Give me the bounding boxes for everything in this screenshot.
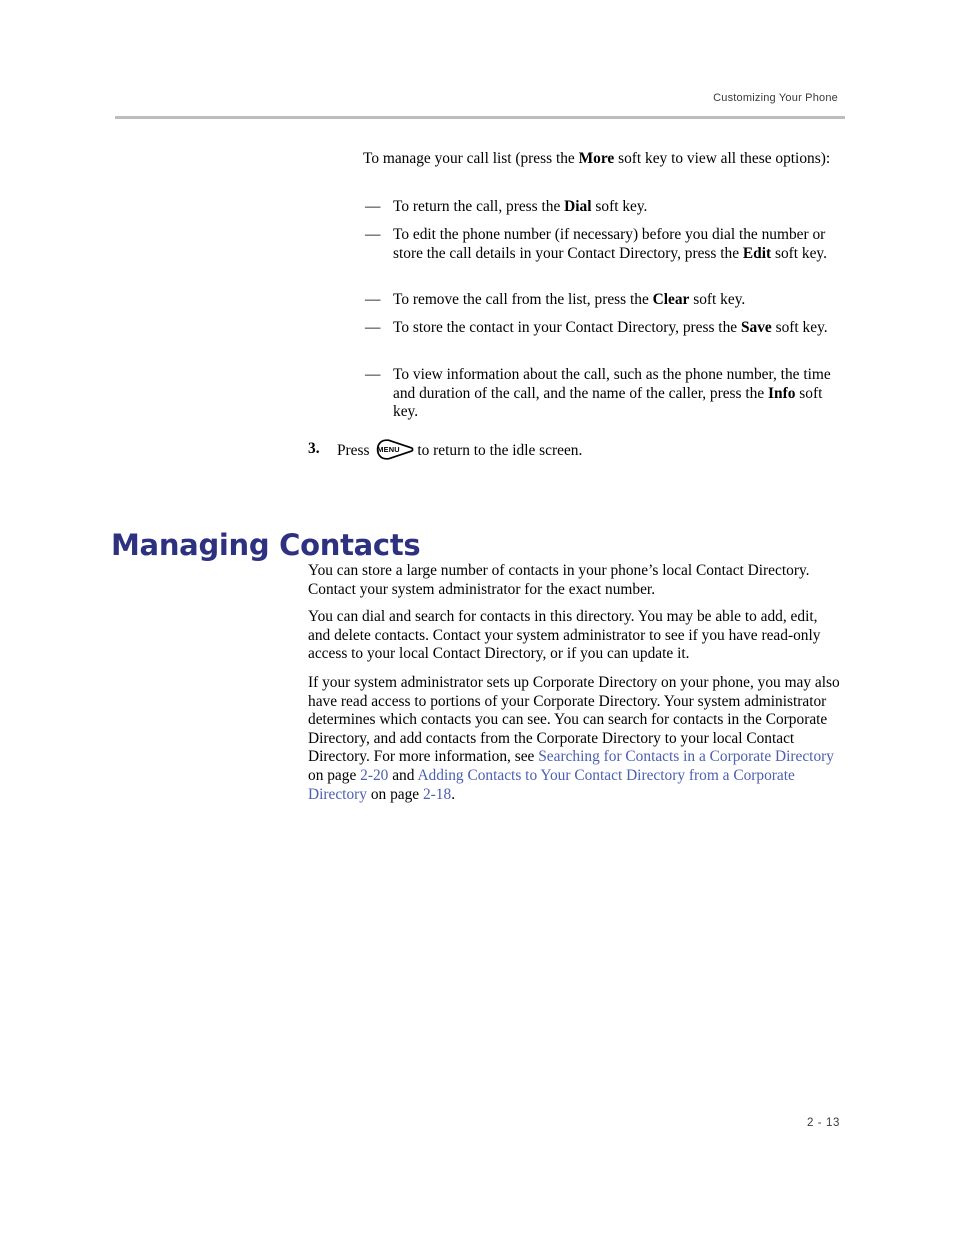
intro-text-part2: soft key to view all these options):: [614, 150, 831, 167]
section-paragraph-2: You can dial and search for contacts in …: [308, 608, 840, 664]
page-reference-link-2-20[interactable]: 2-20: [360, 767, 388, 784]
section-paragraph-3: If your system administrator sets up Cor…: [308, 674, 840, 804]
dash-item-text-after: soft key.: [771, 319, 828, 336]
dash-item: — To edit the phone number (if necessary…: [363, 226, 840, 263]
paragraph-3-part4: on page: [366, 785, 423, 803]
dash-bullet-icon: —: [365, 366, 381, 383]
cross-reference-link-searching-contacts[interactable]: Searching for Contacts in a Corporate Di…: [538, 748, 834, 765]
section-heading-managing-contacts: Managing Contacts: [111, 528, 421, 563]
dash-bullet-icon: —: [365, 291, 381, 308]
step-text-after: to return to the idle screen.: [417, 442, 583, 459]
dash-item-text-before: To view information about the call, such…: [393, 366, 831, 402]
dash-list-item-1: — To edit the phone number (if necessary…: [363, 226, 840, 263]
section-paragraph-1-text: You can store a large number of contacts…: [308, 562, 810, 598]
section-paragraph-1: You can store a large number of contacts…: [308, 562, 840, 599]
page-number: 2 - 13: [806, 1117, 840, 1129]
dash-item-softkey: Edit: [742, 244, 772, 262]
dash-item-softkey: Info: [768, 384, 796, 402]
dash-item-text-after: soft key.: [771, 244, 827, 262]
step-body: Press MENU to return to the idle screen.: [308, 439, 840, 460]
dash-item-softkey: Clear: [652, 291, 690, 308]
intro-text: To manage your call list (press the More…: [363, 150, 840, 169]
dash-bullet-icon: —: [365, 198, 381, 215]
dash-item-text-before: To store the contact in your Contact Dir…: [393, 319, 741, 336]
step-number: 3.: [308, 440, 320, 457]
dash-bullet-icon: —: [365, 226, 381, 243]
dash-item-text-before: To remove the call from the list, press …: [393, 291, 653, 308]
paragraph-3-part2: on page: [308, 766, 361, 784]
running-header: Customizing Your Phone: [115, 88, 838, 106]
document-page: Customizing Your Phone To manage your ca…: [0, 0, 954, 1235]
dash-item: — To return the call, press the Dial sof…: [363, 198, 840, 217]
dash-item-text-after: soft key.: [591, 198, 648, 215]
procedure-step-3: 3. Press MENU to return to the idle scre…: [308, 439, 840, 460]
dash-list-item-2: — To remove the call from the list, pres…: [363, 291, 840, 310]
dash-list-item-0: — To return the call, press the Dial sof…: [363, 198, 840, 217]
intro-paragraph: To manage your call list (press the More…: [363, 150, 840, 169]
dash-item: — To store the contact in your Contact D…: [363, 319, 840, 338]
menu-hard-key-icon: MENU: [376, 439, 414, 460]
dash-item-text-after: soft key.: [689, 291, 746, 308]
header-divider-rule: [115, 116, 845, 119]
dash-bullet-icon: —: [365, 319, 381, 336]
intro-text-part1: To manage your call list (press the: [363, 150, 579, 167]
intro-softkey-more: More: [578, 150, 615, 167]
page-reference-link-2-18[interactable]: 2-18: [423, 786, 451, 803]
section-paragraph-3-text: If your system administrator sets up Cor…: [308, 674, 840, 804]
running-header-title: Customizing Your Phone: [713, 92, 838, 104]
paragraph-3-part3: and: [388, 766, 418, 784]
dash-item: — To remove the call from the list, pres…: [363, 291, 840, 310]
dash-item-text-before: To return the call, press the: [393, 198, 565, 215]
dash-item: — To view information about the call, su…: [363, 366, 840, 422]
menu-key-label: MENU: [378, 445, 401, 454]
dash-list-item-4: — To view information about the call, su…: [363, 366, 840, 422]
dash-item-softkey: Save: [740, 319, 772, 336]
section-paragraph-2-text: You can dial and search for contacts in …: [308, 608, 821, 663]
paragraph-3-part5: .: [451, 785, 456, 803]
dash-item-softkey: Dial: [564, 198, 592, 215]
page-footer: 2 - 13: [600, 1117, 840, 1129]
dash-list-item-3: — To store the contact in your Contact D…: [363, 319, 840, 338]
step-text-before: Press: [337, 442, 370, 459]
